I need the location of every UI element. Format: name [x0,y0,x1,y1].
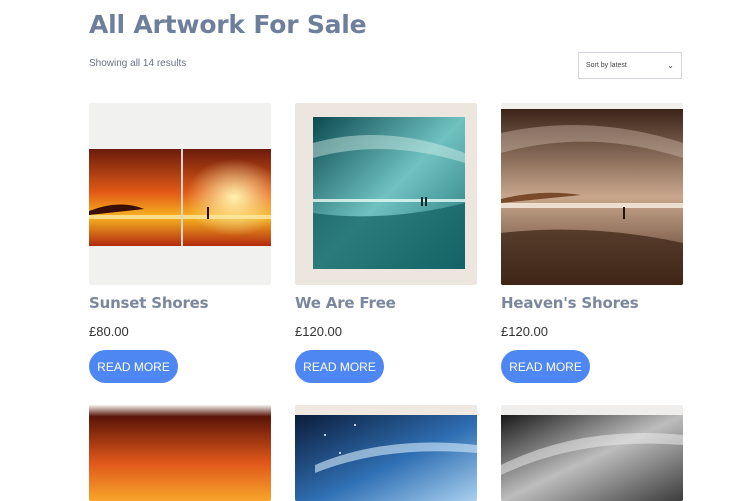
page-title: All Artwork For Sale [89,10,367,39]
product-title[interactable]: Heaven's Shores [501,294,639,312]
read-more-button[interactable]: READ MORE [295,350,384,383]
product-image[interactable] [501,405,683,501]
read-more-button[interactable]: READ MORE [501,350,590,383]
product-image-we-are-free[interactable] [295,103,477,285]
chevron-down-icon: ⌄ [667,61,674,70]
product-image[interactable] [295,405,477,501]
sort-select[interactable]: Sort by latest ⌄ [578,52,682,79]
product-price: £80.00 [89,324,129,339]
product-image-sunset-shores[interactable] [89,103,271,285]
product-price: £120.00 [295,324,342,339]
product-card: Sunset Shores £80.00 READ MORE [89,103,271,383]
product-title[interactable]: Sunset Shores [89,294,209,312]
sort-select-label: Sort by latest [586,62,627,69]
read-more-button[interactable]: READ MORE [89,350,178,383]
product-image[interactable] [89,405,271,501]
product-title[interactable]: We Are Free [295,294,396,312]
product-image-heavens-shores[interactable] [501,103,683,285]
product-price: £120.00 [501,324,548,339]
product-card: Heaven's Shores £120.00 READ MORE [501,103,683,383]
product-card: We Are Free £120.00 READ MORE [295,103,477,383]
result-count: Showing all 14 results [89,58,187,69]
